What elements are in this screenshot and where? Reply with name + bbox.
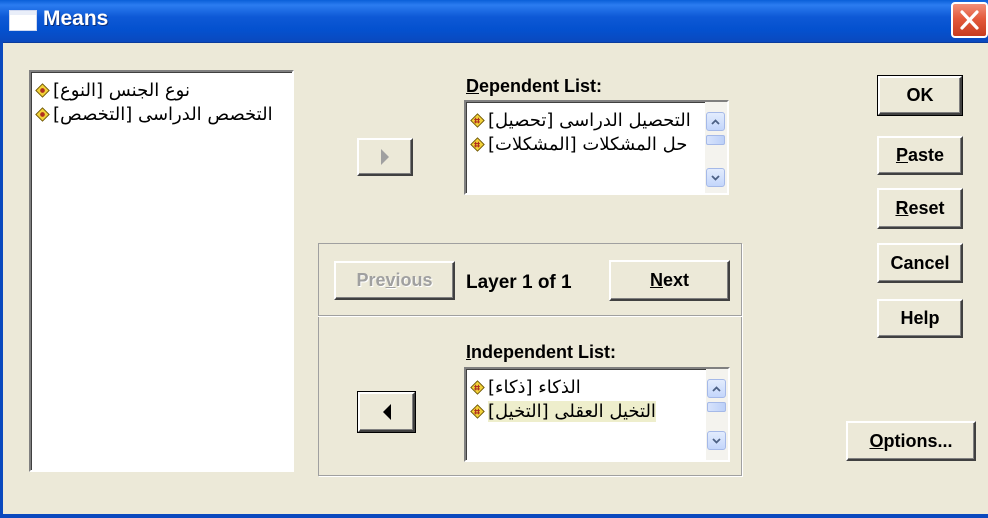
- paste-button[interactable]: Paste: [877, 136, 963, 175]
- move-to-independent-button[interactable]: [357, 391, 416, 433]
- reset-button[interactable]: Reset: [877, 188, 963, 229]
- list-item-label: نوع الجنس [النوع]: [53, 79, 190, 101]
- nominal-variable-icon: [35, 106, 50, 122]
- dependent-list-label: Dependent List:: [466, 76, 603, 96]
- ok-button[interactable]: OK: [877, 75, 963, 116]
- move-to-dependent-button[interactable]: [357, 138, 413, 176]
- list-item-label: حل المشكلات [المشكلات]: [488, 133, 688, 155]
- chevron-down-icon: [711, 174, 720, 181]
- layer-status: Layer 1 of 1: [466, 272, 572, 293]
- list-item[interactable]: الذكاء [ذكاء]: [466, 375, 728, 399]
- options-button[interactable]: Options...: [846, 421, 976, 461]
- help-button[interactable]: Help: [877, 299, 963, 338]
- chevron-up-icon: [711, 118, 720, 125]
- source-variable-list[interactable]: نوع الجنس [النوع] التخصص الدراسى [التخصص…: [29, 70, 294, 472]
- list-item-label: التخصص الدراسى [التخصص]: [53, 103, 273, 125]
- independent-list-scrollbar[interactable]: [706, 369, 728, 460]
- chevron-up-icon: [712, 385, 721, 392]
- list-item[interactable]: التخصص الدراسى [التخصص]: [31, 102, 292, 126]
- scale-variable-icon: [470, 403, 485, 419]
- arrow-right-icon: [381, 149, 389, 165]
- chevron-down-icon: [712, 437, 721, 444]
- list-item-label: الذكاء [ذكاء]: [488, 376, 581, 398]
- scale-variable-icon: [470, 112, 485, 128]
- arrow-left-icon: [382, 404, 391, 420]
- independent-list[interactable]: الذكاء [ذكاء] التخيل العقلى [التخيل]: [464, 367, 730, 462]
- list-item[interactable]: حل المشكلات [المشكلات]: [466, 132, 727, 156]
- scroll-down-button[interactable]: [707, 431, 726, 450]
- scroll-thumb[interactable]: [707, 402, 726, 412]
- close-button[interactable]: [951, 2, 988, 38]
- window-border-left: [0, 42, 3, 518]
- independent-list-label: Independent List:: [466, 342, 617, 362]
- next-layer-button[interactable]: Next: [609, 260, 730, 301]
- scroll-thumb[interactable]: [706, 135, 725, 145]
- scroll-down-button[interactable]: [706, 168, 725, 187]
- window-icon: [9, 10, 37, 31]
- nominal-variable-icon: [35, 82, 50, 98]
- means-dialog: Means نوع الجنس [النوع] التخصص الدراسى […: [0, 0, 988, 518]
- list-item[interactable]: التحصيل الدراسى [تحصيل]: [466, 108, 727, 132]
- window-border-bottom: [0, 514, 988, 518]
- close-icon: [960, 10, 979, 30]
- scroll-up-button[interactable]: [707, 379, 726, 398]
- scale-variable-icon: [470, 136, 485, 152]
- dependent-list-scrollbar[interactable]: [705, 102, 727, 193]
- list-item-label: التخيل العقلى [التخيل]: [488, 400, 656, 422]
- dependent-list[interactable]: التحصيل الدراسى [تحصيل] حل المشكلات [الم…: [464, 100, 729, 195]
- layer-divider: [318, 315, 742, 316]
- scroll-up-button[interactable]: [706, 112, 725, 131]
- scale-variable-icon: [470, 379, 485, 395]
- previous-layer-button[interactable]: Pre v ious: [334, 261, 455, 300]
- window-title: Means: [43, 7, 109, 30]
- cancel-button[interactable]: Cancel: [877, 243, 963, 283]
- list-item-selected[interactable]: التخيل العقلى [التخيل]: [466, 399, 728, 423]
- list-item[interactable]: نوع الجنس [النوع]: [31, 78, 292, 102]
- list-item-label: التحصيل الدراسى [تحصيل]: [488, 109, 691, 131]
- title-bar[interactable]: Means: [0, 0, 988, 43]
